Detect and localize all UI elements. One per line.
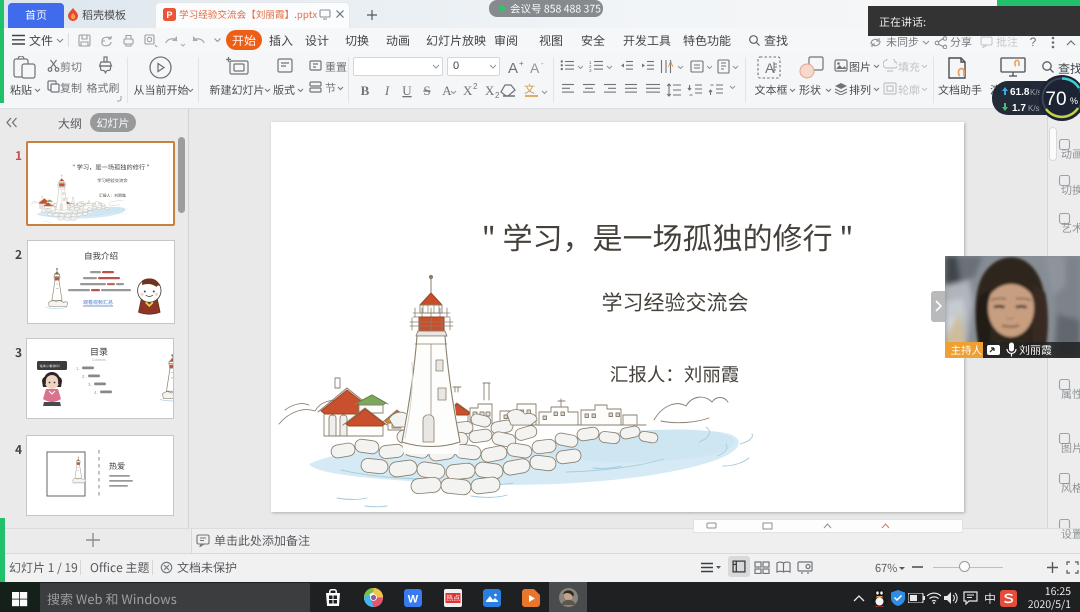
svg-text:3: 3 — [589, 68, 592, 73]
svg-text:A: A — [508, 60, 518, 76]
svg-text:X: X — [463, 83, 473, 98]
svg-text:B: B — [361, 83, 370, 98]
svg-text:%: % — [1070, 96, 1078, 106]
svg-text:Contents: Contents — [92, 358, 106, 362]
svg-text:4.: 4. — [94, 390, 98, 395]
svg-text:A: A — [668, 60, 674, 69]
svg-text:I: I — [384, 83, 390, 98]
svg-text:61.8: 61.8 — [1010, 87, 1030, 98]
svg-text:2: 2 — [473, 82, 478, 91]
svg-text:W: W — [408, 594, 419, 606]
svg-text:?: ? — [1030, 35, 1037, 48]
svg-text:1.7: 1.7 — [1012, 103, 1026, 114]
svg-text:-: - — [541, 59, 544, 68]
svg-text:X: X — [485, 83, 495, 98]
svg-text:70: 70 — [1045, 89, 1066, 110]
svg-text:U: U — [402, 83, 412, 98]
svg-text:P: P — [166, 10, 172, 20]
svg-text:S: S — [423, 83, 430, 98]
svg-text:A: A — [530, 60, 540, 76]
svg-text:+: + — [519, 59, 524, 68]
svg-text:K/s: K/s — [1028, 104, 1040, 113]
svg-text:2.: 2. — [82, 374, 86, 379]
svg-text:3.: 3. — [88, 382, 92, 387]
svg-text:1.: 1. — [76, 366, 80, 371]
